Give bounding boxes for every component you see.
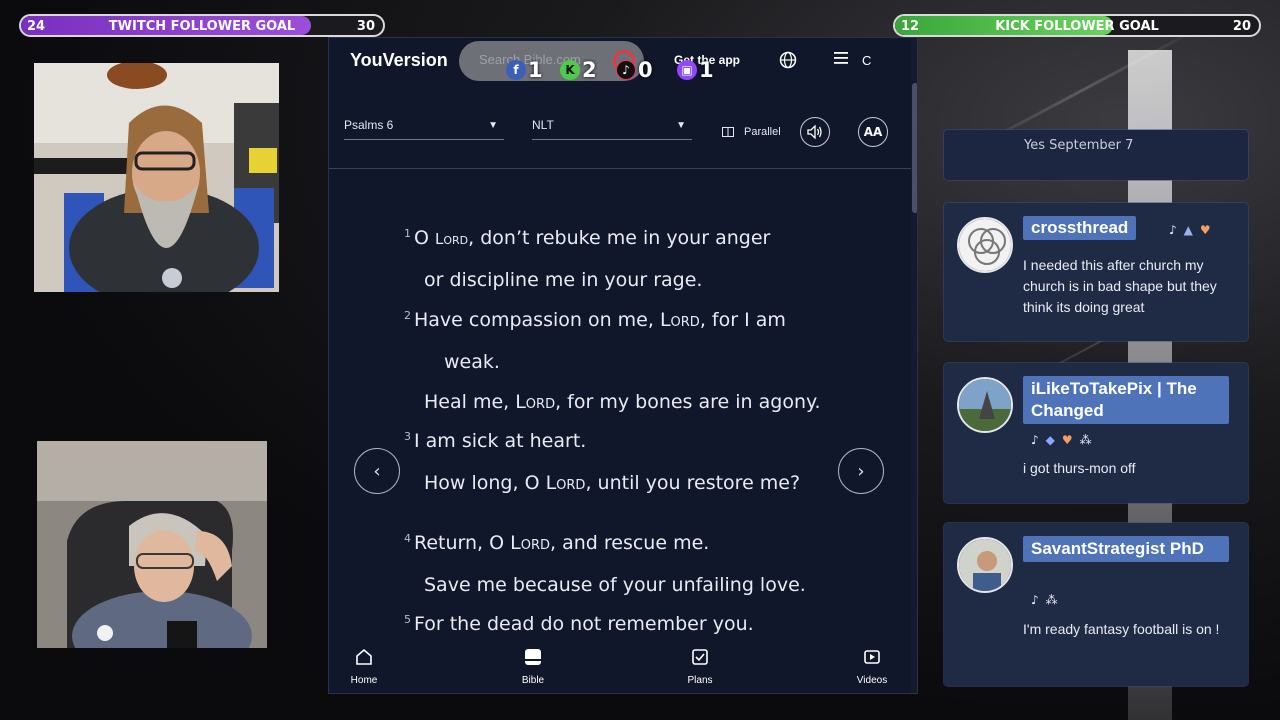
chat-message-text: i got thurs-mon off [1023,460,1136,476]
tiktok-icon: ♪ [616,60,636,80]
audio-button[interactable] [800,117,830,147]
verse-line: 1O Lord, don’t rebuke me in your anger [404,227,771,249]
verse-line: 5 For the dead do not remember you. [404,613,754,635]
verse-line: weak. [444,351,500,373]
home-icon [334,648,394,672]
avatar [957,377,1013,433]
webcam-host-1 [34,63,279,292]
user-badges: ♪ ◆ ♥ ⁂ [1031,433,1092,447]
nav-plans-label: Plans [687,675,713,686]
chevron-down-icon: ▼ [488,120,498,131]
kick-count: 2 [582,58,597,82]
scrollbar[interactable] [911,38,917,693]
chat-message-text: I needed this after church my church is … [1023,257,1217,315]
goal-title: KICK FOLLOWER GOAL [995,19,1159,34]
tiktok-icon: ♪ [1031,433,1039,447]
nav-videos[interactable]: Videos [842,648,902,686]
plans-icon [670,648,730,672]
kick-follower-goal: KICK FOLLOWER GOAL 12 20 [893,14,1261,37]
twitch-counter: ▣ 1 [677,57,714,83]
avatar [957,537,1013,593]
goal-target: 30 [356,19,375,34]
speaker-icon [807,125,822,139]
webcam-host-2 [37,441,267,648]
kick-counter: K2 [560,57,597,83]
nav-plans[interactable]: Plans [670,648,730,686]
nav-videos-label: Videos [856,675,888,686]
chat-message-previous: Yes September 7 [944,130,1248,180]
facebook-count: 1 [528,58,543,82]
tiktok-icon: ♪ [1169,223,1177,237]
twitch-count: 1 [699,58,714,82]
verse-line: 4 Return, O Lord, and rescue me. [404,532,710,554]
previous-chapter-button[interactable]: ‹ [354,448,400,494]
chat-username: SavantStrategist PhD [1023,536,1229,562]
chat-username: iLikeToTakePix | The Changed [1023,376,1229,424]
verse-line: Save me because of your unfailing love. [424,574,806,596]
facebook-counter: f1 [506,57,543,83]
verse-line: 3I am sick at heart. [404,430,587,452]
chat-username: crossthread [1023,216,1137,240]
stream-overlay: TWITCH FOLLOWER GOAL 24 30 KICK FOLLOWER… [0,0,1280,720]
version-value: NLT [532,118,554,132]
kick-icon: K [560,60,580,80]
nav-bible[interactable]: Bible [503,648,563,686]
heart-icon: ♥ [1061,433,1073,447]
nav-home-label: Home [350,675,378,686]
bible-icon [503,648,563,672]
chat-message-text: Yes September 7 [1024,138,1134,153]
tiktok-counter: ♪ 0 [616,57,653,83]
twitch-icon: ▣ [677,60,697,80]
brand-logo[interactable]: YouVersion [350,50,448,71]
user-badges: ♪ ⁂ [1031,593,1058,607]
chat-message-text: I'm ready fantasy football is on ! [1023,621,1220,637]
diamond-icon: ◆ [1045,433,1055,447]
chevron-right-icon: › [857,460,865,482]
chat-message: SavantStrategist PhD ♪ ⁂ I'm ready fantas… [944,523,1248,686]
community-icon: ⁂ [1045,593,1058,607]
version-select[interactable]: NLT ▼ [532,118,692,140]
goal-target: 20 [1232,19,1251,34]
parallel-toggle[interactable]: Parallel [722,126,781,138]
avatar [957,217,1013,273]
heart-icon: ♥ [1199,223,1211,237]
twitch-follower-goal: TWITCH FOLLOWER GOAL 24 30 [19,14,385,37]
globe-icon[interactable] [779,51,797,73]
verse-line: or discipline me in your rage. [424,269,703,291]
goal-title: TWITCH FOLLOWER GOAL [108,19,296,34]
menu-icon[interactable] [834,50,850,70]
videos-icon [842,648,902,672]
chat-message: crossthread ♪ ▲ ♥ I needed this after chur… [944,203,1248,341]
chevron-left-icon: ‹ [373,460,381,482]
book-chapter-select[interactable]: Psalms 6 ▼ [344,118,504,140]
user-avatar[interactable]: C [862,53,871,68]
user-badges: ♪ ▲ ♥ [1169,223,1211,237]
book-chapter-value: Psalms 6 [344,118,394,132]
community-icon: ⁂ [1079,433,1092,447]
chevron-down-icon: ▼ [676,120,686,131]
facebook-icon: f [506,60,526,80]
nav-bible-label: Bible [521,675,545,686]
goal-current: 24 [27,19,46,34]
tiktok-icon: ♪ [1031,593,1039,607]
goal-current: 12 [901,19,920,34]
nav-home[interactable]: Home [334,648,394,686]
tiktok-count: 0 [638,58,653,82]
verse-line: How long, O Lord, until you restore me? [424,472,801,494]
verse-line: 2 Have compassion on me, Lord, for I am [404,309,786,331]
font-settings-button[interactable]: AA [858,117,888,147]
bottom-navigation: Home Bible Plans Videos [329,640,911,693]
verse-line: Heal me, Lord, for my bones are in agony… [424,391,821,413]
chat-message: iLikeToTakePix | The Changed ♪ ◆ ♥ ⁂ i got … [944,363,1248,503]
parallel-icon [722,127,734,137]
bible-app-window: YouVersion Search Bible.com Get the app … [328,37,918,694]
scripture-reader: 1O Lord, don’t rebuke me in your anger o… [329,169,911,639]
parallel-label: Parallel [744,126,781,138]
moderator-icon: ▲ [1183,223,1193,237]
scroll-thumb[interactable] [912,83,917,213]
next-chapter-button[interactable]: › [838,448,884,494]
